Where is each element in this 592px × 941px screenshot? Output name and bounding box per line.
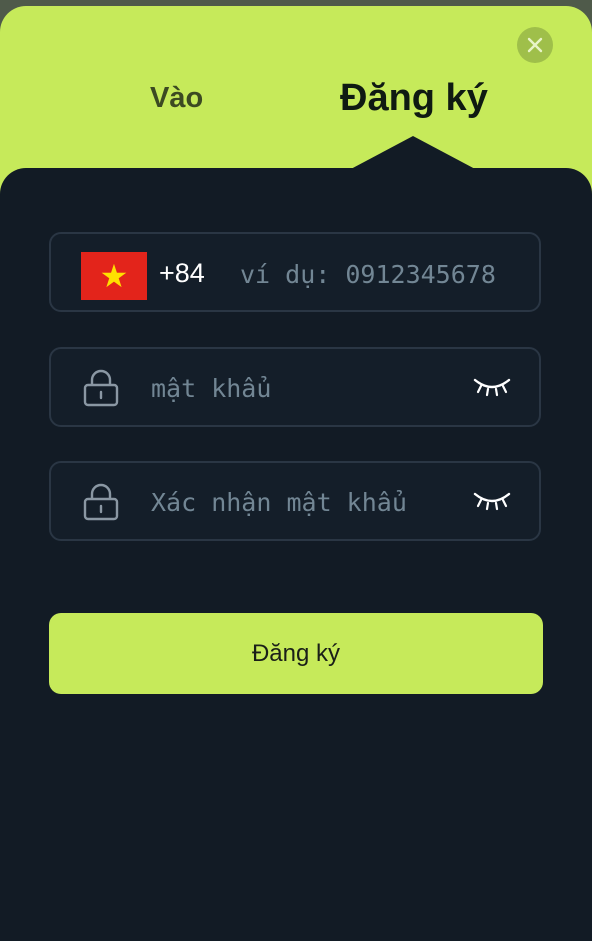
register-button[interactable]: Đăng ký — [49, 613, 543, 694]
password-input[interactable] — [151, 372, 451, 404]
vietnam-flag-icon[interactable]: ★ — [81, 252, 147, 300]
confirm-password-input[interactable] — [151, 486, 451, 518]
close-button[interactable] — [517, 27, 553, 63]
register-modal: Vào Đăng ký ★ +84 ví dụ: 0912345678 Đăng… — [0, 6, 592, 941]
lock-icon — [83, 483, 119, 521]
tab-register[interactable]: Đăng ký — [340, 77, 488, 120]
lock-icon — [83, 369, 119, 407]
close-icon — [527, 37, 543, 53]
phone-input[interactable] — [240, 258, 514, 290]
eye-closed-icon[interactable] — [472, 488, 512, 512]
tab-login[interactable]: Vào — [150, 82, 203, 115]
password-field[interactable] — [49, 347, 541, 427]
flag-star: ★ — [99, 258, 129, 294]
eye-closed-icon[interactable] — [472, 374, 512, 398]
dial-code[interactable]: +84 — [159, 258, 205, 289]
confirm-password-field[interactable] — [49, 461, 541, 541]
phone-field[interactable]: ★ +84 — [49, 232, 541, 312]
active-tab-indicator — [349, 136, 477, 170]
